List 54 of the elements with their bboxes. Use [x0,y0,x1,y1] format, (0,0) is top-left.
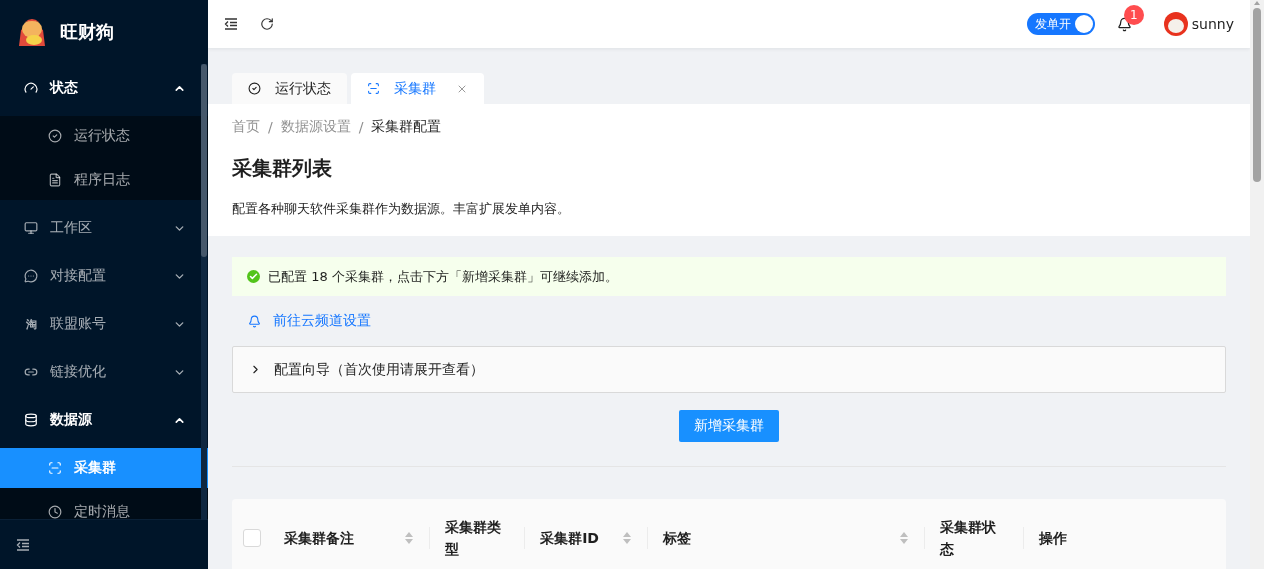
breadcrumb-separator: / [268,119,273,135]
bell-icon[interactable] [1116,16,1132,32]
menu-icon [24,365,38,379]
column-header: 标签 [662,528,692,548]
menu-item[interactable]: 链接优化 [0,348,208,396]
scrollbar-thumb[interactable] [1253,8,1261,182]
menu-item[interactable]: 数据源 [0,396,208,444]
submenu-icon [48,461,62,475]
user-name[interactable]: sunny [1191,16,1234,32]
page-tab[interactable]: 运行状态 [232,73,347,104]
scrollbar-thumb[interactable] [201,64,207,257]
column-header: 采集群备注 [283,528,355,548]
menu-item[interactable]: 对接配置 [0,252,208,300]
success-icon [247,270,260,283]
submenu-item[interactable]: 运行状态 [0,116,208,156]
tab-icon [367,82,380,95]
menu-item[interactable]: 工作区 [0,204,208,252]
menu-icon [24,221,38,235]
menu-icon: 淘 [24,316,38,332]
breadcrumb-link[interactable]: 采集群配置 [371,118,442,136]
bell-icon [248,314,261,328]
tab-icon [248,82,261,95]
refresh-icon[interactable] [260,17,274,31]
app-name: 旺财狗 [60,20,114,44]
column-header: 操作 [1038,528,1068,548]
avatar[interactable] [1163,12,1188,36]
order-switch[interactable]: 发单开 [1026,13,1095,35]
breadcrumb-separator: / [358,119,364,135]
submenu-icon [48,129,62,143]
select-all-checkbox[interactable] [242,528,261,547]
logo-icon [16,16,48,48]
column-header: 采集群状态 [939,517,997,559]
submenu-icon [48,173,62,187]
menu-item[interactable]: 状态 [0,64,208,112]
menu-fold-icon[interactable] [224,18,238,30]
menu-icon [24,269,38,283]
column-header: 采集群ID [540,528,600,548]
column-header: 采集群类型 [445,517,503,559]
page-description: 配置各种聊天软件采集群作为数据源。丰富扩展发单内容。 [232,200,571,218]
guide-panel-header[interactable]: 配置向导（首次使用请展开查看） [232,346,1226,393]
menu-icon [24,413,38,427]
channel-settings-link[interactable]: 前往云频道设置 [248,312,371,330]
menu-icon [24,81,38,95]
sidebar-scrollbar[interactable] [201,64,207,520]
submenu-item[interactable]: 定时消息 [0,492,208,519]
scroll-up-arrow-icon[interactable] [1253,0,1261,6]
submenu-item[interactable]: 程序日志 [0,160,208,200]
page-title: 采集群列表 [232,155,333,182]
submenu-icon [48,505,62,519]
notification-badge: 1 [1123,4,1144,25]
page-tab[interactable]: 采集群 [351,73,484,104]
alert-text: 已配置 18 个采集群，点击下方「新增采集群」可继续添加。 [268,267,618,286]
menu-item[interactable]: 淘 联盟账号 [0,300,208,348]
page-scrollbar[interactable] [1250,0,1264,569]
